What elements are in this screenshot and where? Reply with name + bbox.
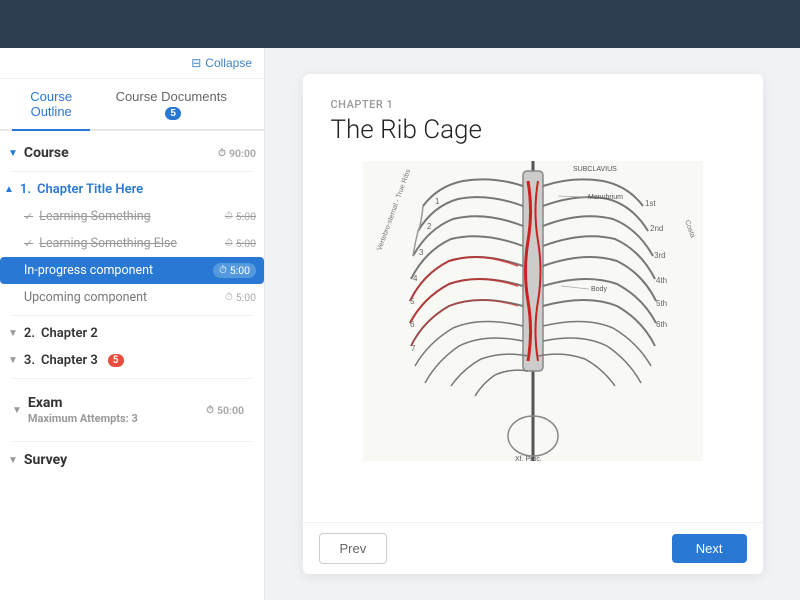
- divider-4: [12, 441, 252, 442]
- exam-title: Exam: [28, 395, 138, 411]
- clock-icon-l3: ⏱: [219, 265, 227, 276]
- svg-text:5: 5: [410, 297, 415, 306]
- documents-badge: 5: [165, 107, 181, 120]
- main-content: ⊟ Collapse Course Outline Course Documen…: [0, 48, 800, 600]
- lesson-2-time: ⏱ 5:00: [225, 237, 256, 250]
- lesson-3-label: In-progress component: [24, 263, 153, 278]
- lesson-4-time: ⏱ 5:00: [225, 291, 256, 304]
- svg-text:1st: 1st: [645, 199, 656, 208]
- svg-text:4: 4: [413, 274, 418, 283]
- svg-text:6: 6: [410, 320, 415, 329]
- clock-icon-l4: ⏱: [225, 292, 233, 303]
- divider-2: [12, 315, 252, 316]
- sidebar: ⊟ Collapse Course Outline Course Documen…: [0, 48, 265, 600]
- survey-arrow-icon: ▼: [8, 455, 18, 466]
- exam-subtitle: Maximum Attempts: 3: [28, 412, 138, 425]
- chapter2-title: Chapter 2: [41, 326, 98, 341]
- chapter1-arrow-icon: ▲: [4, 184, 14, 195]
- prev-button[interactable]: Prev: [319, 533, 388, 564]
- collapse-icon: ⊟: [191, 56, 201, 70]
- collapse-button[interactable]: ⊟ Collapse: [191, 56, 252, 70]
- app-container: ⊟ Collapse Course Outline Course Documen…: [0, 0, 800, 600]
- lesson-4-upcoming[interactable]: Upcoming component ⏱ 5:00: [0, 284, 264, 311]
- top-bar: [0, 0, 800, 48]
- svg-text:6th: 6th: [656, 320, 667, 329]
- chapter3-arrow-icon: ▼: [8, 355, 18, 366]
- exam-section: ▼ Exam Maximum Attempts: 3 ⏱ 50:00: [0, 383, 264, 437]
- check-icon-2: ✓: [24, 237, 33, 250]
- chapter-label: CHAPTER 1: [331, 98, 735, 111]
- svg-text:5th: 5th: [656, 299, 667, 308]
- svg-text:SUBCLAVIUS: SUBCLAVIUS: [573, 166, 617, 173]
- lesson-1-label: Learning Something: [39, 209, 150, 224]
- divider-1: [12, 171, 252, 172]
- svg-text:4th: 4th: [656, 276, 667, 285]
- tab-course-outline[interactable]: Course Outline: [12, 79, 90, 131]
- chapter1-number: 1.: [20, 182, 31, 197]
- chapter3-badge: 5: [108, 354, 124, 367]
- rib-cage-svg: STERNOCLEIDOMASTOIDEUS SUBCLAVIUS: [363, 161, 703, 461]
- svg-text:STERNOCLEIDOMASTOIDEUS: STERNOCLEIDOMASTOIDEUS: [548, 161, 650, 163]
- chapter3-number: 3.: [24, 353, 35, 368]
- lesson-1-time: ⏱ 5:00: [225, 210, 256, 223]
- divider-3: [12, 378, 252, 379]
- chapter1-title: Chapter Title Here: [37, 182, 143, 197]
- next-button[interactable]: Next: [672, 534, 747, 563]
- exam-arrow-icon: ▼: [12, 405, 22, 416]
- svg-text:3: 3: [419, 248, 424, 257]
- nav-item-chapter-2[interactable]: ▼ 2. Chapter 2: [0, 320, 264, 347]
- svg-text:2nd: 2nd: [650, 224, 663, 233]
- svg-text:1: 1: [435, 197, 440, 206]
- exam-time: ⏱ 50:00: [206, 404, 244, 417]
- svg-text:3rd: 3rd: [654, 251, 666, 260]
- chapter2-arrow-icon: ▼: [8, 328, 18, 339]
- lesson-2[interactable]: ✓ Learning Something Else ⏱ 5:00: [0, 230, 264, 257]
- content-body: CHAPTER 1 The Rib Cage: [303, 74, 763, 522]
- svg-text:7: 7: [411, 344, 416, 353]
- lesson-4-label: Upcoming component: [24, 290, 147, 305]
- tab-course-documents[interactable]: Course Documents 5: [110, 79, 232, 129]
- lesson-2-label: Learning Something Else: [39, 236, 177, 251]
- sidebar-tabs: Course Outline Course Documents 5: [0, 79, 264, 131]
- content-area: CHAPTER 1 The Rib Cage: [265, 48, 800, 600]
- chapter2-number: 2.: [24, 326, 35, 341]
- check-icon-1: ✓: [24, 210, 33, 223]
- clock-icon: ⏱: [218, 148, 226, 159]
- svg-text:Xf. Proc.: Xf. Proc.: [515, 456, 542, 461]
- exam-info: Exam Maximum Attempts: 3: [28, 395, 138, 425]
- lesson-3-inprogress[interactable]: In-progress component ⏱ 5:00: [0, 257, 264, 284]
- nav-item-course[interactable]: ▼ Course ⏱ 90:00: [0, 139, 264, 167]
- collapse-bar: ⊟ Collapse: [0, 48, 264, 79]
- course-label: Course: [24, 145, 69, 161]
- svg-text:Body: Body: [591, 286, 607, 293]
- collapse-label: Collapse: [205, 56, 252, 70]
- content-card: CHAPTER 1 The Rib Cage: [303, 74, 763, 574]
- svg-text:Manubrium: Manubrium: [588, 194, 623, 201]
- chapter-main-title: The Rib Cage: [331, 115, 735, 145]
- nav-item-survey[interactable]: ▼ Survey: [0, 446, 264, 474]
- course-time: ⏱ 90:00: [218, 147, 256, 160]
- survey-label: Survey: [24, 452, 67, 468]
- clock-icon-l2: ⏱: [225, 238, 233, 249]
- clock-icon-l1: ⏱: [225, 211, 233, 222]
- lesson-3-time: ⏱ 5:00: [213, 263, 256, 278]
- exam-clock-icon: ⏱: [206, 405, 214, 416]
- content-footer: Prev Next: [303, 522, 763, 574]
- sidebar-nav: ▼ Course ⏱ 90:00 ▲ 1. Chapter Title Here: [0, 131, 264, 600]
- nav-item-exam[interactable]: ▼ Exam Maximum Attempts: 3 ⏱ 50:00: [12, 389, 252, 431]
- course-arrow-icon: ▼: [8, 148, 18, 159]
- lesson-1[interactable]: ✓ Learning Something ⏱ 5:00: [0, 203, 264, 230]
- rib-cage-image: STERNOCLEIDOMASTOIDEUS SUBCLAVIUS: [331, 161, 735, 461]
- svg-text:2: 2: [427, 222, 432, 231]
- nav-item-chapter-3[interactable]: ▼ 3. Chapter 3 5: [0, 347, 264, 374]
- nav-item-chapter-1[interactable]: ▲ 1. Chapter Title Here: [0, 176, 264, 203]
- chapter3-title: Chapter 3: [41, 353, 98, 368]
